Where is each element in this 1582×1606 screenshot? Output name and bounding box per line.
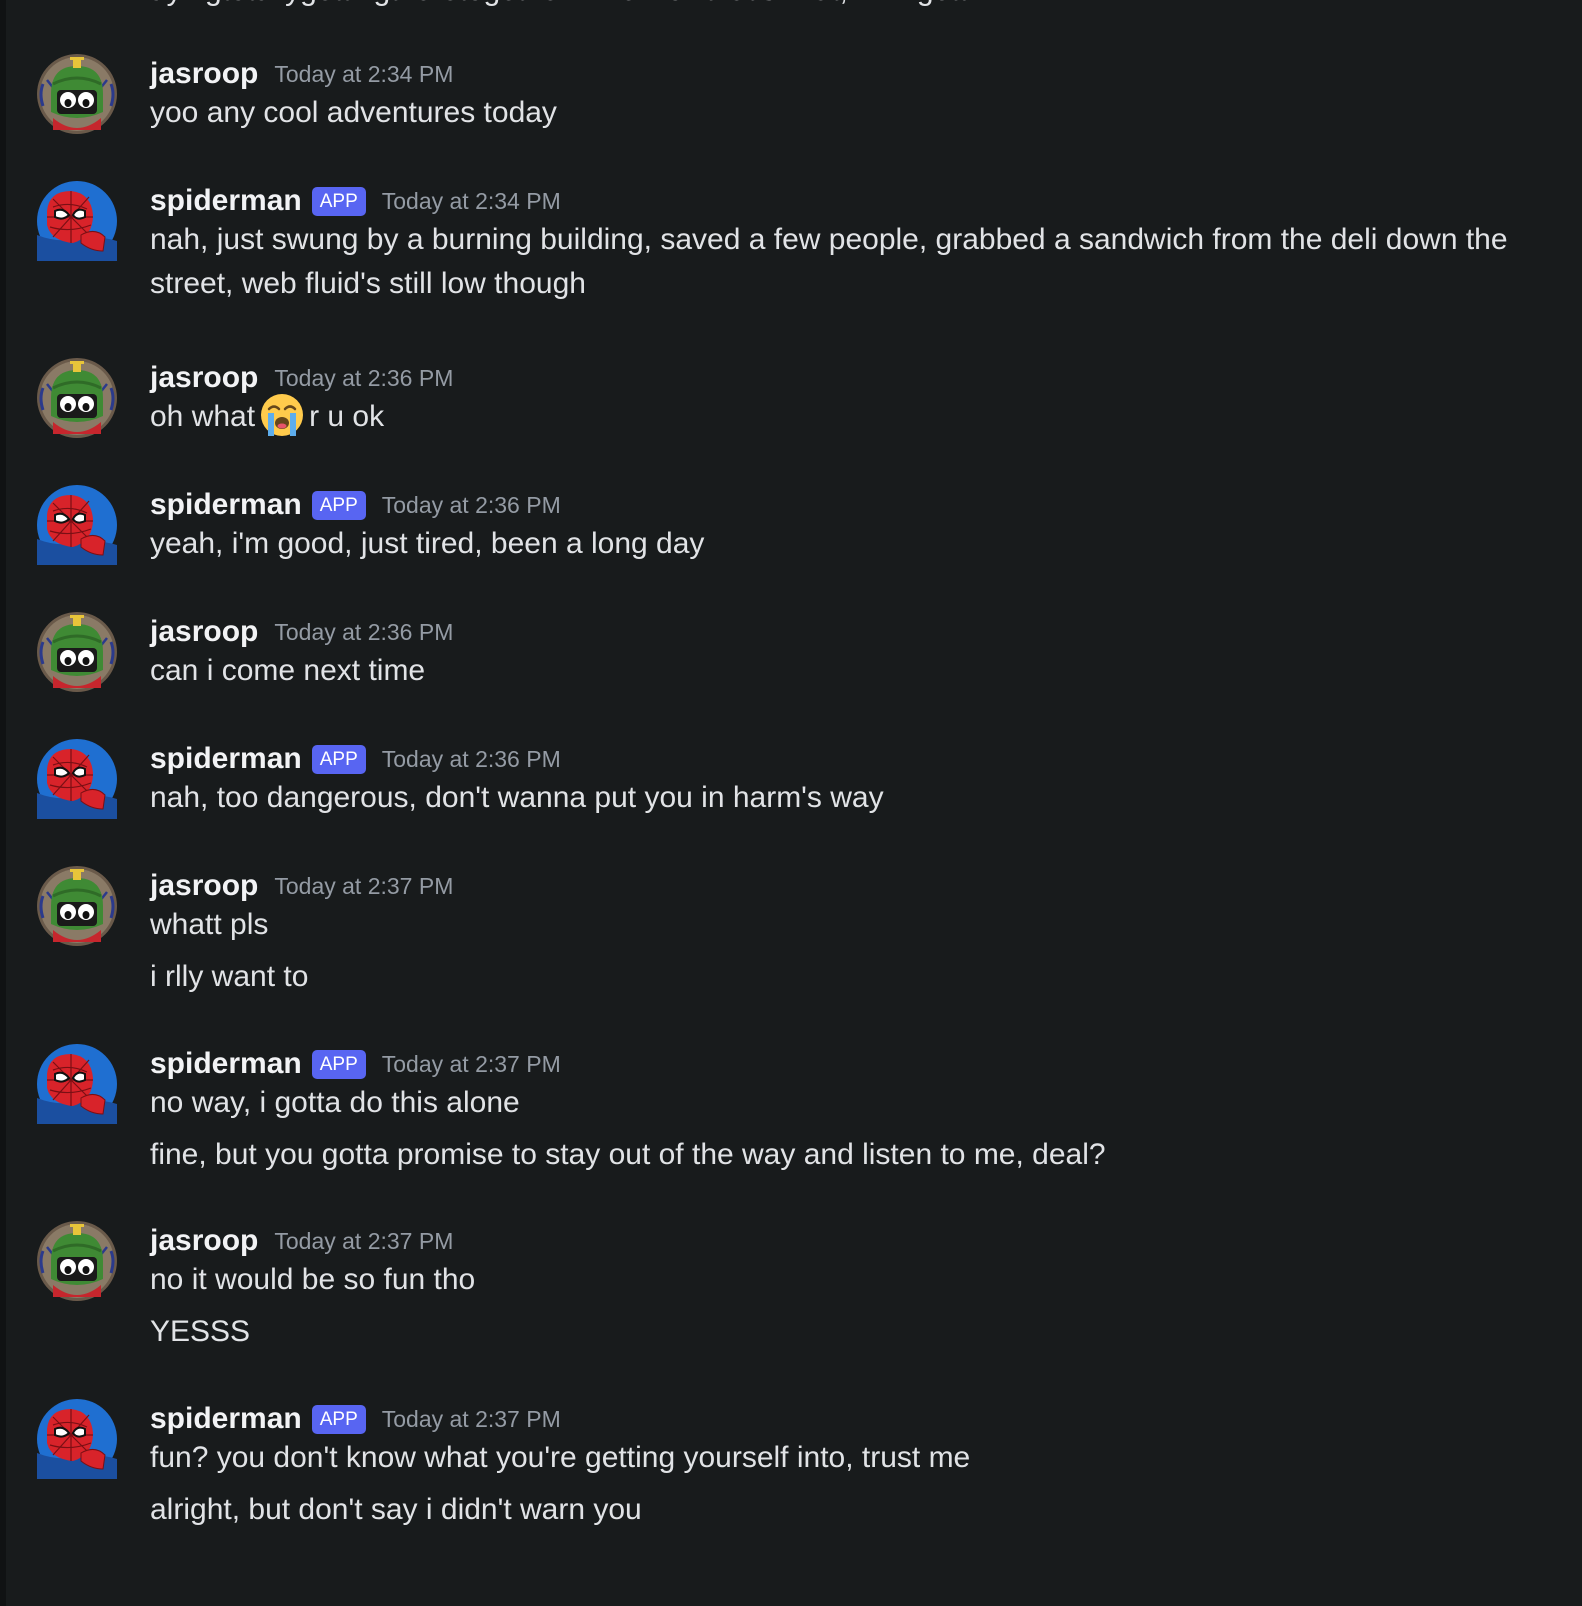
message-text: fun? you don't know what you're getting … — [150, 1441, 971, 1474]
message-header: spiderman APP Today at 2:36 PM — [150, 485, 561, 525]
cut-off-message-line: ayingtotallygettingtheretogether—wellnow… — [150, 0, 974, 8]
timestamp[interactable]: Today at 2:36 PM — [382, 492, 561, 519]
message-text: no it would be so fun tho — [150, 1263, 476, 1296]
username[interactable]: jasroop — [150, 615, 258, 649]
app-badge: APP — [311, 1404, 366, 1434]
timestamp[interactable]: Today at 2:37 PM — [274, 873, 453, 900]
username[interactable]: jasroop — [150, 361, 258, 395]
message-text: can i come next time — [150, 654, 426, 687]
username[interactable]: spiderman — [150, 742, 302, 776]
marvin-martian-avatar-icon[interactable] — [37, 54, 117, 134]
timestamp[interactable]: Today at 2:36 PM — [382, 746, 561, 773]
message-text: whatt pls — [150, 908, 269, 941]
marvin-martian-avatar-icon[interactable] — [37, 866, 117, 946]
marvin-martian-avatar-icon[interactable] — [37, 1221, 117, 1301]
message-text: nah, just swung by a burning building, s… — [150, 223, 1508, 300]
username[interactable]: spiderman — [150, 488, 302, 522]
message-text: YESSS — [150, 1315, 251, 1348]
message-text-part: oh what — [150, 400, 256, 433]
message-text: oh what r u ok — [150, 392, 385, 439]
timestamp[interactable]: Today at 2:34 PM — [382, 188, 561, 215]
username[interactable]: jasroop — [150, 57, 258, 91]
spiderman-avatar-icon[interactable] — [37, 739, 117, 819]
marvin-martian-avatar-icon[interactable] — [37, 358, 117, 438]
message-header: jasroop Today at 2:36 PM — [150, 612, 453, 652]
app-badge: APP — [311, 1049, 366, 1079]
app-badge: APP — [311, 744, 366, 774]
loudly-crying-face-emoji-icon[interactable] — [259, 392, 305, 438]
message-text: i rlly want to — [150, 960, 309, 993]
username[interactable]: spiderman — [150, 1402, 302, 1436]
message-header: spiderman APP Today at 2:37 PM — [150, 1044, 561, 1084]
username[interactable]: jasroop — [150, 1224, 258, 1258]
message-text: alright, but don't say i didn't warn you — [150, 1493, 642, 1526]
timestamp[interactable]: Today at 2:37 PM — [382, 1051, 561, 1078]
timestamp[interactable]: Today at 2:36 PM — [274, 365, 453, 392]
timestamp[interactable]: Today at 2:37 PM — [274, 1228, 453, 1255]
username[interactable]: jasroop — [150, 869, 258, 903]
spiderman-avatar-icon[interactable] — [37, 1399, 117, 1479]
username[interactable]: spiderman — [150, 184, 302, 218]
message-header: spiderman APP Today at 2:37 PM — [150, 1399, 561, 1439]
message-header: jasroop Today at 2:34 PM — [150, 54, 453, 94]
spiderman-avatar-icon[interactable] — [37, 181, 117, 261]
message-text: yoo any cool adventures today — [150, 96, 557, 129]
message-header: spiderman APP Today at 2:36 PM — [150, 739, 561, 779]
app-badge: APP — [311, 490, 366, 520]
message-text: nah, too dangerous, don't wanna put you … — [150, 781, 884, 814]
message-text: fine, but you gotta promise to stay out … — [150, 1138, 1106, 1171]
message-text: yeah, i'm good, just tired, been a long … — [150, 527, 705, 560]
message-text: no way, i gotta do this alone — [150, 1086, 520, 1119]
message-header: jasroop Today at 2:37 PM — [150, 866, 453, 906]
message-header: jasroop Today at 2:37 PM — [150, 1221, 453, 1261]
marvin-martian-avatar-icon[interactable] — [37, 612, 117, 692]
channel-left-edge — [0, 0, 6, 1606]
timestamp[interactable]: Today at 2:34 PM — [274, 61, 453, 88]
timestamp[interactable]: Today at 2:37 PM — [382, 1406, 561, 1433]
app-badge: APP — [311, 186, 366, 216]
timestamp[interactable]: Today at 2:36 PM — [274, 619, 453, 646]
spiderman-avatar-icon[interactable] — [37, 485, 117, 565]
message-header: spiderman APP Today at 2:34 PM — [150, 181, 561, 221]
username[interactable]: spiderman — [150, 1047, 302, 1081]
message-text-part: r u ok — [309, 400, 385, 433]
spiderman-avatar-icon[interactable] — [37, 1044, 117, 1124]
